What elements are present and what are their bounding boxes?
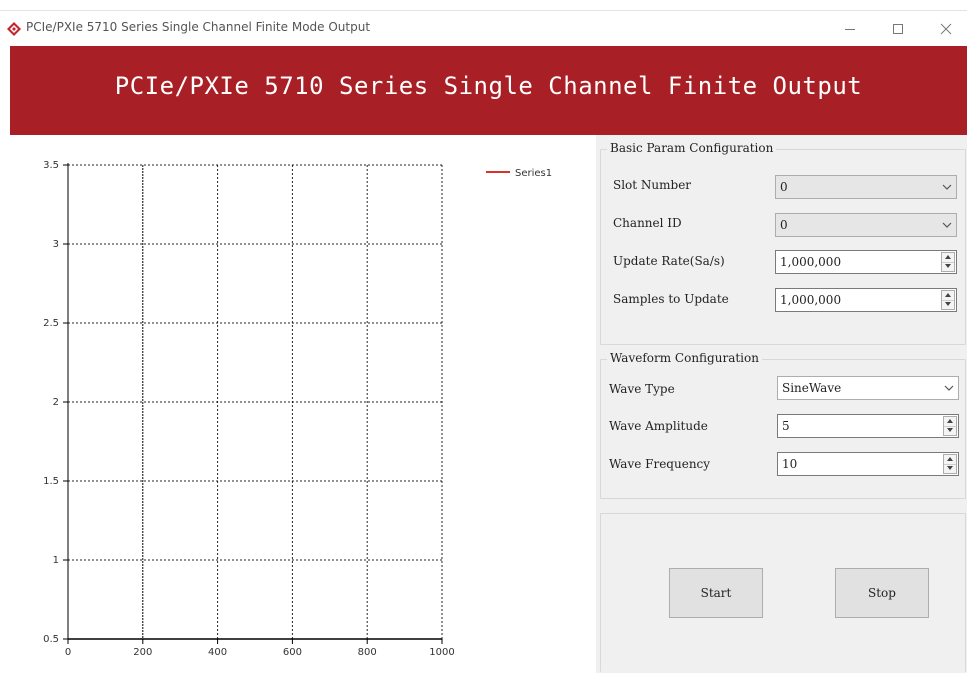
wave-amplitude-label: Wave Amplitude — [609, 419, 708, 433]
wave-frequency-value: 10 — [782, 457, 798, 471]
waveform-legend: Waveform Configuration — [607, 351, 762, 365]
wave-type-value: SineWave — [782, 381, 842, 395]
chart-plot-area: 0 200 400 600 800 1000 0.5 1 1.5 2 2.5 3 3.5 Series1 — [43, 160, 552, 658]
actions-group: Start Stop — [600, 513, 966, 672]
samples-to-update-spin-buttons — [941, 290, 955, 310]
channel-id-select[interactable]: 0 — [775, 213, 957, 237]
basic-param-legend: Basic Param Configuration — [607, 141, 777, 155]
chevron-down-icon — [944, 385, 954, 391]
configuration-panel: Basic Param Configuration Slot Number 0 … — [596, 135, 967, 673]
y-tick-label: 3 — [53, 239, 59, 250]
banner-title: PCIe/PXIe 5710 Series Single Channel Fin… — [114, 72, 863, 100]
window-title: PCIe/PXIe 5710 Series Single Channel Fin… — [26, 20, 371, 34]
slot-number-select[interactable]: 0 — [775, 175, 957, 199]
wave-frequency-label: Wave Frequency — [609, 457, 711, 471]
y-tick-label: 3.5 — [43, 160, 59, 171]
spin-down-icon[interactable] — [944, 426, 956, 435]
x-tick-label: 200 — [133, 647, 152, 658]
samples-to-update-stepper[interactable]: 1,000,000 — [775, 288, 957, 312]
app-logo-icon — [6, 21, 22, 37]
wave-frequency-spin-buttons — [943, 454, 957, 474]
legend-label: Series1 — [515, 168, 552, 179]
x-tick-label: 0 — [65, 647, 71, 658]
spin-down-icon[interactable] — [942, 262, 954, 271]
update-rate-value: 1,000,000 — [780, 255, 842, 269]
samples-to-update-label: Samples to Update — [613, 292, 729, 306]
x-tick-label: 600 — [283, 647, 302, 658]
chevron-down-icon — [942, 222, 952, 228]
y-tick-label: 1 — [53, 555, 59, 566]
slot-number-label: Slot Number — [613, 178, 692, 192]
header-banner: PCIe/PXIe 5710 Series Single Channel Fin… — [10, 46, 967, 135]
chevron-down-icon — [942, 184, 952, 190]
waveform-group: Waveform Configuration Wave Type SineWav… — [600, 351, 966, 499]
wave-frequency-stepper[interactable]: 10 — [777, 452, 959, 476]
waveform-chart: 0 200 400 600 800 1000 0.5 1 1.5 2 2.5 3 3.5 Series1 — [10, 135, 596, 673]
update-rate-spin-buttons — [941, 252, 955, 272]
channel-id-value: 0 — [780, 218, 788, 232]
wave-amplitude-value: 5 — [782, 419, 790, 433]
y-tick-label: 2 — [53, 397, 59, 408]
wave-amplitude-stepper[interactable]: 5 — [777, 414, 959, 438]
x-tick-label: 1000 — [429, 647, 454, 658]
close-icon[interactable] — [934, 17, 958, 41]
samples-to-update-value: 1,000,000 — [780, 293, 842, 307]
start-button[interactable]: Start — [669, 568, 763, 618]
window-titlebar: PCIe/PXIe 5710 Series Single Channel Fin… — [0, 10, 967, 47]
minimize-icon[interactable] — [838, 17, 862, 41]
update-rate-stepper[interactable]: 1,000,000 — [775, 250, 957, 274]
x-tick-label: 800 — [358, 647, 377, 658]
slot-number-value: 0 — [780, 180, 788, 194]
basic-param-group: Basic Param Configuration Slot Number 0 … — [600, 141, 966, 345]
y-tick-label: 2.5 — [43, 318, 59, 329]
wave-amplitude-spin-buttons — [943, 416, 957, 436]
stop-button[interactable]: Stop — [835, 568, 929, 618]
wave-type-label: Wave Type — [609, 382, 675, 396]
spin-down-icon[interactable] — [942, 300, 954, 309]
y-tick-label: 1.5 — [43, 476, 59, 487]
wave-type-select[interactable]: SineWave — [777, 376, 959, 400]
channel-id-label: Channel ID — [613, 216, 682, 230]
x-tick-label: 400 — [208, 647, 227, 658]
y-tick-label: 0.5 — [43, 634, 59, 645]
update-rate-label: Update Rate(Sa/s) — [613, 254, 725, 268]
maximize-icon[interactable] — [886, 17, 910, 41]
spin-down-icon[interactable] — [944, 464, 956, 473]
